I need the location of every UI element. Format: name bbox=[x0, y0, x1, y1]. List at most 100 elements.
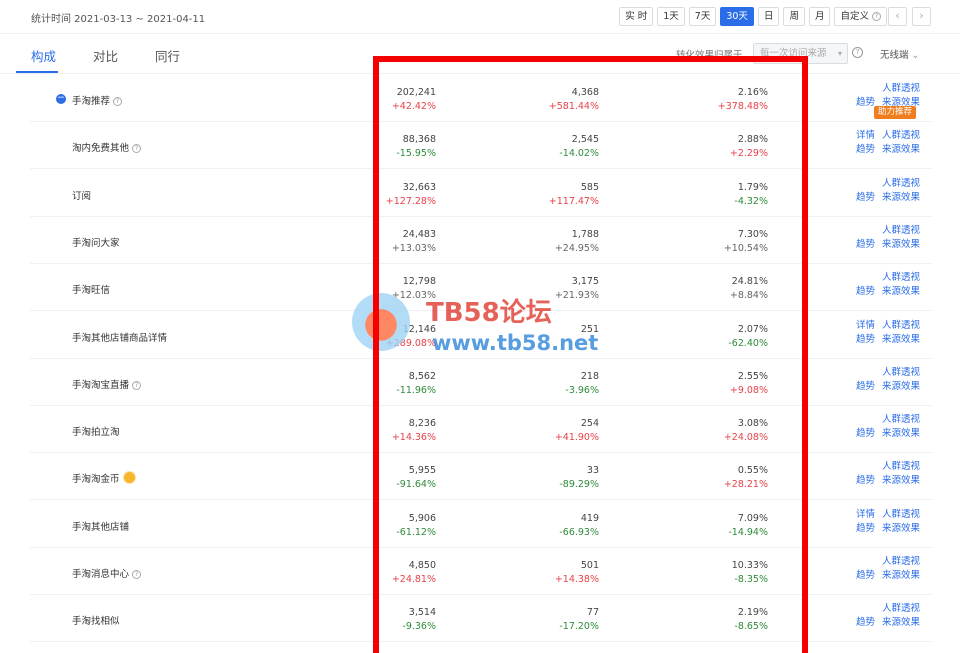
action-link[interactable]: 趋势 bbox=[856, 94, 875, 108]
metric-value: 10.33% bbox=[731, 560, 768, 571]
metric-change: +127.28% bbox=[385, 195, 436, 207]
tab-peers[interactable]: 同行 bbox=[155, 46, 180, 65]
table-row: 手淘淘宝直播? 8,562 -11.96% 218 -3.96% 2.55% +9.08% 人… bbox=[30, 359, 932, 406]
device-select[interactable]: 无线端 ⌄ bbox=[880, 47, 920, 61]
source-name-text: 手淘找相似 bbox=[72, 616, 120, 628]
help-icon[interactable]: ? bbox=[132, 570, 142, 579]
metric-value: 1.79% bbox=[737, 181, 768, 193]
metric-value: 33 bbox=[586, 465, 599, 477]
metric-value: 2,545 bbox=[571, 134, 599, 146]
metric-change: +117.47% bbox=[548, 195, 599, 207]
action-link[interactable]: 人群透视 bbox=[882, 458, 920, 472]
metric-value: 1,788 bbox=[571, 228, 599, 240]
prev-period-button[interactable]: ‹ bbox=[888, 7, 907, 26]
next-period-button[interactable]: › bbox=[912, 7, 931, 26]
source-name-text: 手淘淘金币 bbox=[72, 474, 120, 486]
range-button-3[interactable]: 30天 bbox=[720, 7, 754, 26]
range-button-4[interactable]: 日 bbox=[757, 7, 780, 26]
metric-value: 3,175 bbox=[571, 276, 599, 288]
action-link[interactable]: 趋势 bbox=[856, 331, 875, 345]
action-link[interactable]: 人群透视 bbox=[882, 364, 920, 378]
range-button-5[interactable]: 周 bbox=[783, 7, 805, 26]
range-button-7[interactable]: 自定义? bbox=[834, 7, 887, 26]
help-icon[interactable]: ? bbox=[132, 380, 142, 390]
tab-compare[interactable]: 对比 bbox=[93, 46, 118, 65]
active-tab-indicator bbox=[16, 71, 58, 73]
collapse-icon[interactable]: − bbox=[56, 94, 66, 104]
metric-change: -61.12% bbox=[396, 526, 436, 538]
action-link[interactable]: 来源效果 bbox=[882, 520, 920, 534]
metric-change: +289.08% bbox=[385, 337, 436, 349]
help-icon[interactable]: ? bbox=[852, 47, 863, 58]
action-link[interactable]: 人群透视 bbox=[882, 411, 920, 425]
action-link[interactable]: 来源效果 bbox=[882, 141, 920, 155]
action-link[interactable]: 趋势 bbox=[856, 472, 875, 486]
device-select-value: 无线端 bbox=[880, 50, 909, 61]
table-row: 订阅 32,663 +127.28% 585 +117.47% 1.79% -4.32% 人群… bbox=[30, 170, 932, 217]
action-link[interactable]: 趋势 bbox=[856, 567, 875, 581]
source-name: 淘内免费其他? bbox=[72, 140, 142, 154]
table-row: 手淘旺信 12,798 +12.03% 3,175 +21.93% 24.81% +8.84… bbox=[30, 264, 932, 312]
metric-value: 501 bbox=[580, 560, 599, 571]
metric-change: +14.36% bbox=[391, 432, 436, 444]
metric-value: 32,663 bbox=[402, 181, 436, 193]
boost-recommend-button[interactable]: 助力推荐 bbox=[874, 106, 917, 119]
action-link[interactable]: 来源效果 bbox=[882, 378, 920, 392]
source-name: 手淘其他店铺 bbox=[72, 519, 129, 533]
action-link[interactable]: 来源效果 bbox=[882, 331, 920, 345]
action-link[interactable]: 来源效果 bbox=[882, 472, 920, 486]
range-button-2[interactable]: 7天 bbox=[688, 7, 717, 26]
metric-change: +13.03% bbox=[391, 242, 436, 254]
metric-value: 202,241 bbox=[396, 87, 436, 98]
metric-change: +378.48% bbox=[717, 101, 768, 112]
action-link[interactable]: 来源效果 bbox=[882, 236, 920, 250]
action-link[interactable]: 人群透视 bbox=[882, 600, 920, 614]
source-name: 手淘拍立淘 bbox=[72, 424, 120, 438]
source-name: 手淘淘金币 bbox=[72, 471, 135, 485]
metric-value: 3.08% bbox=[737, 418, 768, 430]
range-button-6[interactable]: 月 bbox=[808, 7, 831, 26]
action-link[interactable]: 趋势 bbox=[856, 614, 875, 628]
help-icon[interactable]: ? bbox=[113, 97, 123, 106]
action-link[interactable]: 人群透视 bbox=[882, 317, 920, 331]
metric-change: +24.81% bbox=[391, 574, 436, 585]
action-link[interactable]: 来源效果 bbox=[882, 425, 920, 439]
tab-composition[interactable]: 构成 bbox=[31, 46, 56, 65]
action-link[interactable]: 人群透视 bbox=[882, 175, 920, 189]
metric-value: 5,955 bbox=[408, 465, 436, 477]
range-button-1[interactable]: 1天 bbox=[657, 7, 685, 26]
action-link[interactable]: 来源效果 bbox=[882, 283, 920, 297]
action-link[interactable]: 趋势 bbox=[856, 520, 875, 534]
action-link[interactable]: 趋势 bbox=[856, 425, 875, 439]
action-link[interactable]: 人群透视 bbox=[882, 80, 920, 94]
action-link[interactable]: 趋势 bbox=[856, 141, 875, 155]
action-link[interactable]: 人群透视 bbox=[882, 553, 920, 567]
metric-change: -14.02% bbox=[559, 148, 599, 160]
source-name: 手淘旺信 bbox=[72, 282, 110, 296]
action-link[interactable]: 来源效果 bbox=[882, 567, 920, 581]
action-link[interactable]: 来源效果 bbox=[882, 614, 920, 628]
table-row: 手淘找相似 3,514 -9.36% 77 -17.20% 2.19% -8.65% 人群透视… bbox=[30, 595, 932, 643]
metric-value: 3,514 bbox=[408, 607, 436, 619]
metric-change: +24.95% bbox=[554, 242, 599, 254]
action-link[interactable]: 趋势 bbox=[856, 189, 875, 203]
metric-value: 24.81% bbox=[731, 276, 768, 288]
action-link[interactable]: 详情 bbox=[856, 506, 875, 520]
help-icon[interactable]: ? bbox=[132, 144, 142, 154]
source-name-text: 手淘拍立淘 bbox=[72, 427, 120, 439]
attribution-select[interactable]: 每一次访问来源 ▾ bbox=[753, 43, 848, 64]
range-button-0[interactable]: 实 时 bbox=[619, 7, 654, 26]
action-link[interactable]: 趋势 bbox=[856, 236, 875, 250]
action-link[interactable]: 来源效果 bbox=[882, 189, 920, 203]
action-link[interactable]: 趋势 bbox=[856, 283, 875, 297]
action-link[interactable]: 人群透视 bbox=[882, 269, 920, 283]
action-link[interactable]: 人群透视 bbox=[882, 506, 920, 520]
table-row: 手淘淘金币 5,955 -91.64% 33 -89.29% 0.55% +28.21% 人群… bbox=[30, 453, 932, 501]
metric-change: -14.94% bbox=[728, 526, 768, 538]
action-link[interactable]: 详情 bbox=[856, 317, 875, 331]
action-link[interactable]: 趋势 bbox=[856, 378, 875, 392]
action-link[interactable]: 人群透视 bbox=[882, 127, 920, 141]
action-link[interactable]: 详情 bbox=[856, 127, 875, 141]
action-link[interactable]: 人群透视 bbox=[882, 222, 920, 236]
table-row: 手淘问大家 24,483 +13.03% 1,788 +24.95% 7.30% +10.5… bbox=[30, 217, 932, 264]
